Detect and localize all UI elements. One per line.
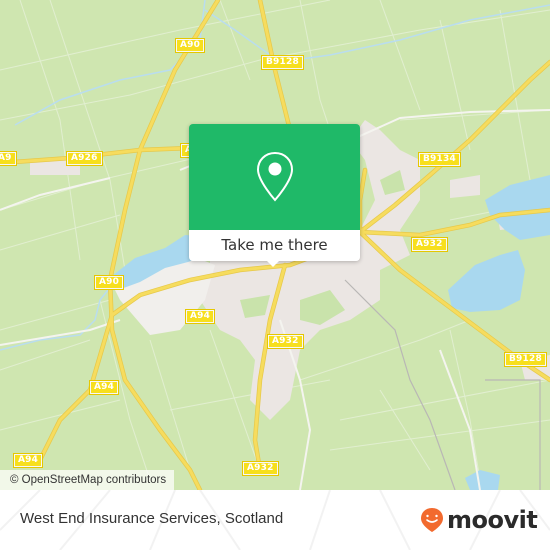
location-pin-icon — [256, 151, 293, 202]
map-attribution[interactable]: © OpenStreetMap contributors — [0, 470, 175, 490]
road-label-a932-south: A932 — [242, 461, 279, 476]
destination-popup[interactable]: Take me there — [189, 124, 360, 267]
map[interactable]: A90 B9128 A9 A926 A9 B9134 A932 A90 A94 … — [0, 0, 550, 490]
moovit-pin-icon — [421, 508, 443, 532]
road-label-a932-east: A932 — [411, 237, 448, 252]
road-label-b9128-east: B9128 — [504, 352, 547, 367]
road-label-b9134: B9134 — [418, 152, 461, 167]
popup-header[interactable] — [189, 124, 360, 230]
moovit-logo[interactable]: moovit — [420, 505, 538, 535]
moovit-wordmark: moovit — [447, 506, 538, 534]
place-name: West End Insurance Services, Scotland — [20, 510, 284, 527]
road-label-a94-center: A94 — [184, 309, 216, 324]
footer: West End Insurance Services, Scotland mo… — [0, 490, 550, 550]
road-label-a932-center: A932 — [267, 334, 304, 349]
road-label-a94-southwest: A94 — [12, 453, 44, 468]
road-label-a90-south: A90 — [93, 275, 125, 290]
road-label-a926-west-edge: A9 — [0, 151, 17, 166]
road-label-a926: A926 — [66, 151, 103, 166]
popup-pointer — [265, 259, 281, 267]
road-label-b9128-north: B9128 — [261, 55, 304, 70]
road-label-a94-west: A94 — [88, 380, 120, 395]
take-me-there-button[interactable]: Take me there — [189, 230, 360, 261]
road-label-a90-north: A90 — [174, 38, 206, 53]
